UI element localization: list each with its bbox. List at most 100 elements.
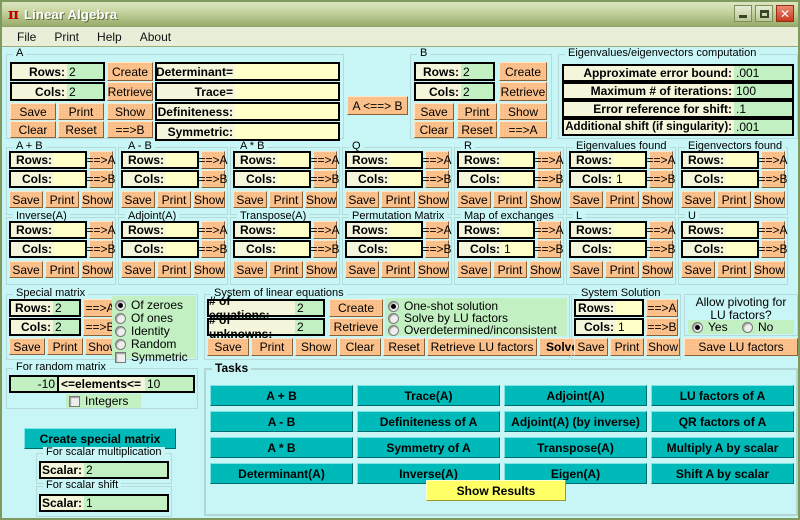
system-print-button[interactable]: Print xyxy=(251,338,293,356)
a-b-to-b-button[interactable]: ==>B xyxy=(201,170,225,188)
eigen-error-reference-input[interactable]: .1 xyxy=(734,100,794,118)
r-print-button[interactable]: Print xyxy=(493,191,527,208)
eigenvectors-found-save-button[interactable]: Save xyxy=(681,191,715,208)
scalar-shift-input[interactable]: 1 xyxy=(84,494,169,512)
task-button-multiply-a-by-scalar[interactable]: Multiply A by scalar xyxy=(651,437,794,458)
eigenvalues-found-rows-input[interactable] xyxy=(614,151,647,169)
a-b-show-button[interactable]: Show xyxy=(193,191,225,208)
permutation-matrix-save-button[interactable]: Save xyxy=(345,261,379,278)
q-cols-input[interactable] xyxy=(390,170,423,188)
q-show-button[interactable]: Show xyxy=(417,191,449,208)
matrix-a-cols-input[interactable]: 2 xyxy=(67,82,105,101)
inverse-a-show-button[interactable]: Show xyxy=(81,261,113,278)
special-print-button[interactable]: Print xyxy=(47,338,83,355)
l-rows-input[interactable] xyxy=(614,221,647,239)
matrix-b-save-button[interactable]: Save xyxy=(414,103,454,120)
solution-to-b-button[interactable]: ==>B xyxy=(646,318,678,336)
matrix-a-retrieve-button[interactable]: Retrieve xyxy=(107,82,153,101)
adjoint-a-to-b-button[interactable]: ==>B xyxy=(201,240,225,258)
matrix-a-clear-button[interactable]: Clear xyxy=(10,121,56,138)
matrix-a-rows-input[interactable]: 2 xyxy=(67,62,105,81)
transpose-a-print-button[interactable]: Print xyxy=(269,261,303,278)
inverse-a-rows-input[interactable] xyxy=(54,221,87,239)
adjoint-a-cols-input[interactable] xyxy=(166,240,199,258)
eigenvalues-found-show-button[interactable]: Show xyxy=(641,191,673,208)
a-b-save-button[interactable]: Save xyxy=(233,191,267,208)
system-option-overdetermined[interactable]: Overdetermined/inconsistent xyxy=(388,323,557,337)
a-b-rows-input[interactable] xyxy=(166,151,199,169)
transpose-a-cols-input[interactable] xyxy=(278,240,311,258)
menu-item-print[interactable]: Print xyxy=(45,29,88,45)
task-button-a-b[interactable]: A + B xyxy=(210,385,353,406)
map-of-exchanges-save-button[interactable]: Save xyxy=(457,261,491,278)
q-save-button[interactable]: Save xyxy=(345,191,379,208)
close-icon[interactable]: ✕ xyxy=(776,5,794,22)
a-b-rows-input[interactable] xyxy=(278,151,311,169)
map-of-exchanges-to-a-button[interactable]: ==>A xyxy=(537,221,561,239)
system-create-button[interactable]: Create xyxy=(329,299,383,317)
task-button-symmetry-of-a[interactable]: Symmetry of A xyxy=(357,437,500,458)
solution-to-a-button[interactable]: ==>A xyxy=(646,299,678,317)
task-button-a-b[interactable]: A - B xyxy=(210,411,353,432)
a-b-print-button[interactable]: Print xyxy=(269,191,303,208)
task-button-determinant-a[interactable]: Determinant(A) xyxy=(210,463,353,484)
radio-one-shot-icon[interactable] xyxy=(388,301,399,312)
matrix-b-retrieve-button[interactable]: Retrieve xyxy=(499,82,547,101)
permutation-matrix-cols-input[interactable] xyxy=(390,240,423,258)
u-show-button[interactable]: Show xyxy=(753,261,785,278)
a-b-cols-input[interactable] xyxy=(54,170,87,188)
task-button-definiteness-of-a[interactable]: Definiteness of A xyxy=(357,411,500,432)
eigenvectors-found-show-button[interactable]: Show xyxy=(753,191,785,208)
solution-cols-input[interactable]: 1 xyxy=(616,318,644,336)
solution-print-button[interactable]: Print xyxy=(610,338,644,356)
permutation-matrix-rows-input[interactable] xyxy=(390,221,423,239)
random-min-input[interactable]: -10 xyxy=(9,375,59,393)
solution-save-button[interactable]: Save xyxy=(574,338,608,356)
task-button-qr-factors-of-a[interactable]: QR factors of A xyxy=(651,411,794,432)
permutation-matrix-print-button[interactable]: Print xyxy=(381,261,415,278)
matrix-b-cols-input[interactable]: 2 xyxy=(461,82,495,101)
save-lu-factors-button[interactable]: Save LU factors xyxy=(684,338,798,356)
l-to-a-button[interactable]: ==>A xyxy=(649,221,673,239)
a-b-print-button[interactable]: Print xyxy=(157,191,191,208)
a-b-print-button[interactable]: Print xyxy=(45,191,79,208)
task-button-a-b[interactable]: A * B xyxy=(210,437,353,458)
system-retrieve-button[interactable]: Retrieve xyxy=(329,318,383,336)
random-max-input[interactable]: 10 xyxy=(145,375,195,393)
r-show-button[interactable]: Show xyxy=(529,191,561,208)
r-rows-input[interactable] xyxy=(502,151,535,169)
matrix-b-create-button[interactable]: Create xyxy=(499,62,547,81)
adjoint-a-to-a-button[interactable]: ==>A xyxy=(201,221,225,239)
special-option-symmetric[interactable]: Symmetric xyxy=(115,350,188,364)
pivoting-yes-option[interactable]: Yes xyxy=(692,320,728,334)
r-save-button[interactable]: Save xyxy=(457,191,491,208)
u-to-b-button[interactable]: ==>B xyxy=(761,240,785,258)
menu-item-help[interactable]: Help xyxy=(88,29,131,45)
l-show-button[interactable]: Show xyxy=(641,261,673,278)
special-option-identity[interactable]: Identity xyxy=(115,324,170,338)
inverse-a-to-b-button[interactable]: ==>B xyxy=(89,240,113,258)
l-to-b-button[interactable]: ==>B xyxy=(649,240,673,258)
menu-item-file[interactable]: File xyxy=(8,29,45,45)
u-to-a-button[interactable]: ==>A xyxy=(761,221,785,239)
special-option-random[interactable]: Random xyxy=(115,337,176,351)
matrix-a-save-button[interactable]: Save xyxy=(10,103,56,120)
permutation-matrix-to-a-button[interactable]: ==>A xyxy=(425,221,449,239)
a-b-cols-input[interactable] xyxy=(278,170,311,188)
r-to-b-button[interactable]: ==>B xyxy=(537,170,561,188)
solution-rows-input[interactable] xyxy=(616,299,644,317)
a-b-show-button[interactable]: Show xyxy=(305,191,337,208)
radio-solve-by-lu-icon[interactable] xyxy=(388,313,399,324)
transpose-a-save-button[interactable]: Save xyxy=(233,261,267,278)
task-button-shift-a-by-scalar[interactable]: Shift A by scalar xyxy=(651,463,794,484)
swap-a-b-button[interactable]: A <==> B xyxy=(347,96,408,115)
u-cols-input[interactable] xyxy=(726,240,759,258)
task-button-adjoint-a[interactable]: Adjoint(A) xyxy=(504,385,647,406)
q-to-b-button[interactable]: ==>B xyxy=(425,170,449,188)
matrix-a-show-button[interactable]: Show xyxy=(107,103,153,120)
radio-pivoting-yes-icon[interactable] xyxy=(692,322,703,333)
matrix-b-reset-button[interactable]: Reset xyxy=(457,121,497,138)
minimize-icon[interactable] xyxy=(734,5,752,22)
u-save-button[interactable]: Save xyxy=(681,261,715,278)
matrix-b-print-button[interactable]: Print xyxy=(457,103,497,120)
